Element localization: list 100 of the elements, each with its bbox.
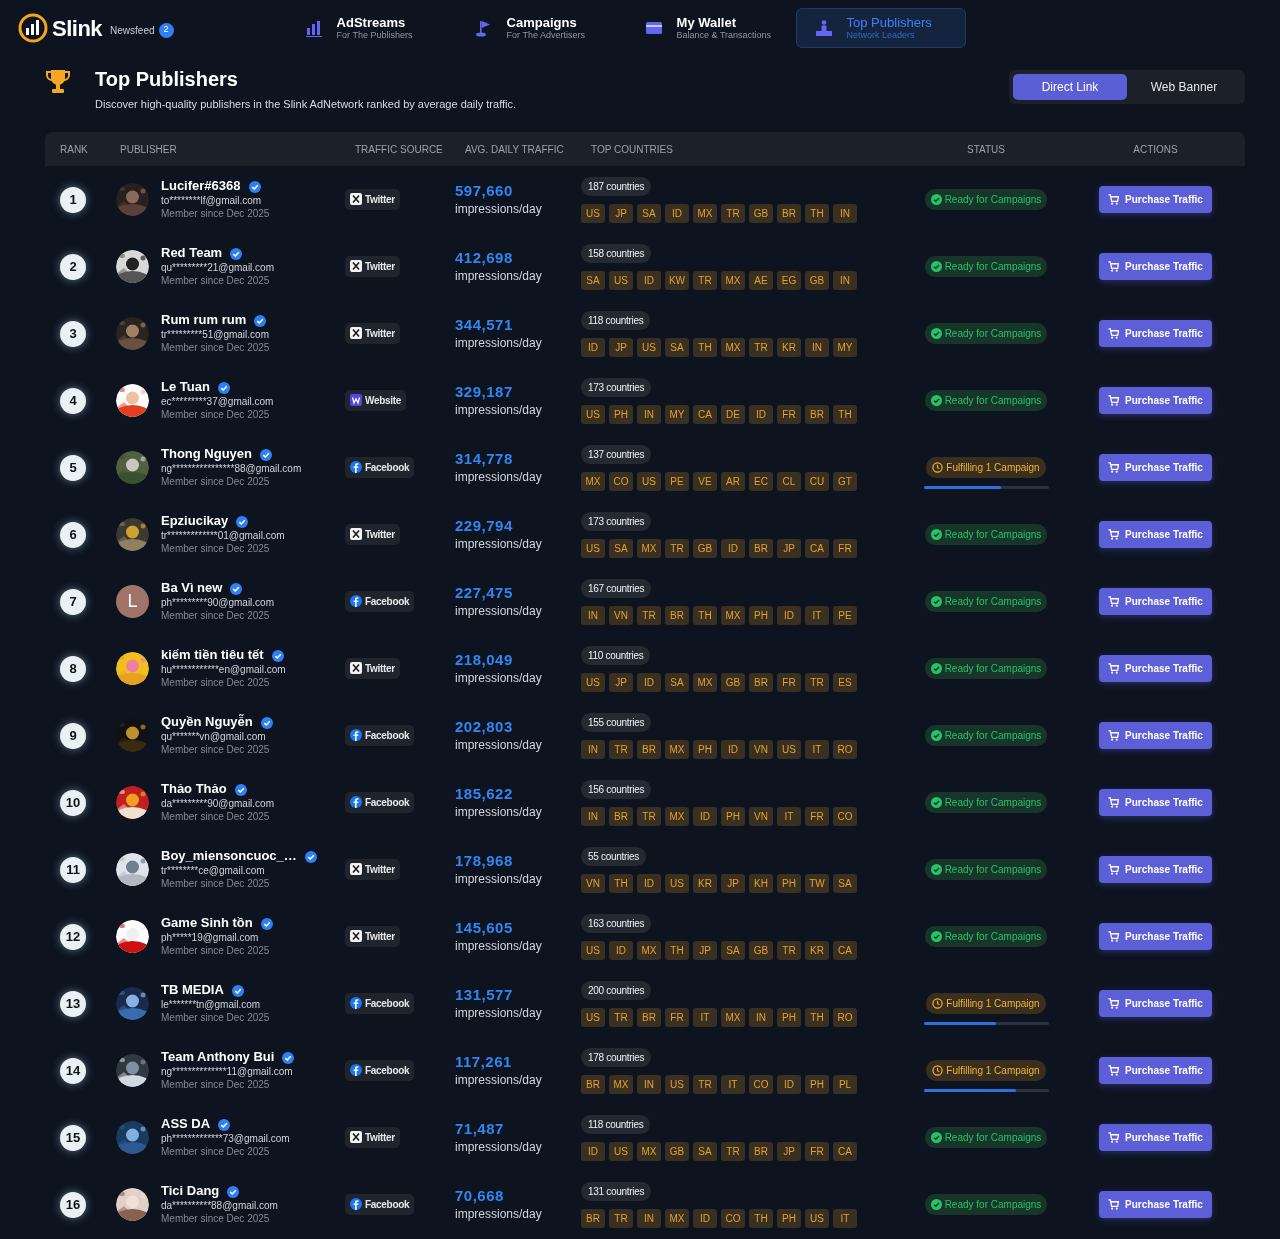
country-tag: FR [805,806,829,826]
country-tag: IT [777,806,801,826]
source-badge: Twitter [345,657,400,679]
purchase-button[interactable]: Purchase Traffic [1099,1057,1212,1084]
country-count: 118 countries [581,310,651,330]
status-pill: Ready for Campaigns [924,725,1048,746]
rank-badge: 10 [60,789,86,816]
verified-icon [217,381,230,394]
country-tag: KW [665,270,689,290]
purchase-button[interactable]: Purchase Traffic [1099,655,1212,682]
purchase-button[interactable]: Purchase Traffic [1099,1191,1212,1218]
verified-icon [260,716,273,729]
purchase-button[interactable]: Purchase Traffic [1099,387,1212,414]
traffic-value: 314,778 [455,449,514,468]
purchase-button[interactable]: Purchase Traffic [1099,186,1212,213]
country-tag: ID [721,739,745,759]
country-tag: MX [637,940,661,960]
country-tag: GB [721,672,745,692]
country-tag: IN [805,337,829,357]
publisher-email: ng****************88@gmail.com [161,461,302,475]
publisher-email: to********lf@gmail.com [161,193,263,207]
publisher-name: Le Tuan [161,380,210,395]
card-icon [644,19,663,37]
cart-icon [1108,194,1120,205]
purchase-button[interactable]: Purchase Traffic [1099,253,1212,280]
country-tag: PH [777,1007,801,1027]
country-tag: TH [833,404,857,424]
verified-icon [254,314,267,327]
nav-tab[interactable]: My Wallet Balance & Transactions [625,7,796,49]
source-badge: Facebook [345,456,415,478]
check-circle-icon [930,864,942,875]
purchase-button[interactable]: Purchase Traffic [1099,789,1212,816]
traffic-unit: impressions/day [455,1071,543,1089]
country-tag: MY [665,404,689,424]
publisher-email: hu************en@gmail.com [161,662,286,676]
cart-icon [1108,663,1120,674]
traffic-unit: impressions/day [455,1138,543,1156]
purchase-button[interactable]: Purchase Traffic [1099,454,1212,481]
purchase-button[interactable]: Purchase Traffic [1099,521,1212,548]
nav-tab[interactable]: Campaigns For The Advertisers [455,7,626,49]
purchase-button[interactable]: Purchase Traffic [1099,320,1212,347]
traffic-unit: impressions/day [455,602,543,620]
purchase-button[interactable]: Purchase Traffic [1099,588,1212,615]
nav-tab[interactable]: AdStreams For The Publishers [285,7,456,49]
publisher-name: TB MEDIA [161,983,224,998]
country-tag: TH [805,203,829,223]
country-tag: SA [609,538,633,558]
country-tag: ID [637,672,661,692]
cart-icon [1108,462,1120,473]
country-tag: ID [693,1208,717,1228]
purchase-button[interactable]: Purchase Traffic [1099,856,1212,883]
traffic-value: 202,803 [455,717,514,736]
country-tag: CO [721,1208,745,1228]
status-pill: Ready for Campaigns [924,1127,1048,1148]
cart-icon [1108,1132,1120,1143]
toggle-option[interactable]: Direct Link [1013,74,1127,100]
country-tag: TR [609,1007,633,1027]
column-header: TOP COUNTRIES [590,142,674,157]
newsfeed-link[interactable]: Newsfeed [110,22,155,38]
country-tag: JP [777,538,801,558]
publisher-name: Thảo Thảo [161,782,227,797]
purchase-button[interactable]: Purchase Traffic [1099,990,1212,1017]
purchase-button[interactable]: Purchase Traffic [1099,722,1212,749]
x-logo-icon [350,528,362,541]
member-since: Member since Dec 2025 [161,809,271,823]
country-tag: VE [693,471,717,491]
country-tag: KR [805,940,829,960]
country-tag: BR [749,1141,773,1161]
purchase-button[interactable]: Purchase Traffic [1099,923,1212,950]
traffic-value: 71,487 [455,1119,505,1138]
country-count: 155 countries [581,712,652,732]
traffic-value: 227,475 [455,583,514,602]
publisher-name: ASS DA [161,1117,211,1132]
check-circle-icon [930,663,942,674]
country-tag: PL [833,1074,857,1094]
country-tag: VN [609,605,633,625]
country-tag: FR [777,404,801,424]
status-pill: Ready for Campaigns [924,658,1048,679]
publisher-email: ng**************11@gmail.com [161,1064,294,1078]
country-tag: ID [777,1074,801,1094]
bar-chart-icon [304,19,323,37]
flag-icon [474,19,493,37]
country-tag: CA [833,1141,857,1161]
country-tag: TH [693,605,717,625]
country-count: 173 countries [581,511,652,531]
check-circle-icon [930,730,942,741]
country-count: 156 countries [581,779,652,799]
facebook-logo-icon [350,997,362,1010]
status-pill: Fulfilling 1 Campaign [926,457,1046,478]
country-tag: PE [665,471,689,491]
toggle-option[interactable]: Web Banner [1127,74,1241,100]
country-tag: ID [721,538,745,558]
verified-icon [282,1051,295,1064]
country-tag: PH [693,739,717,759]
status-pill: Ready for Campaigns [924,792,1048,813]
country-tag: TR [721,1141,745,1161]
nav-tab[interactable]: Top Publishers Network Leaders [795,7,966,49]
country-tag: BR [581,1074,605,1094]
verified-icon [260,917,273,930]
purchase-button[interactable]: Purchase Traffic [1099,1124,1212,1151]
